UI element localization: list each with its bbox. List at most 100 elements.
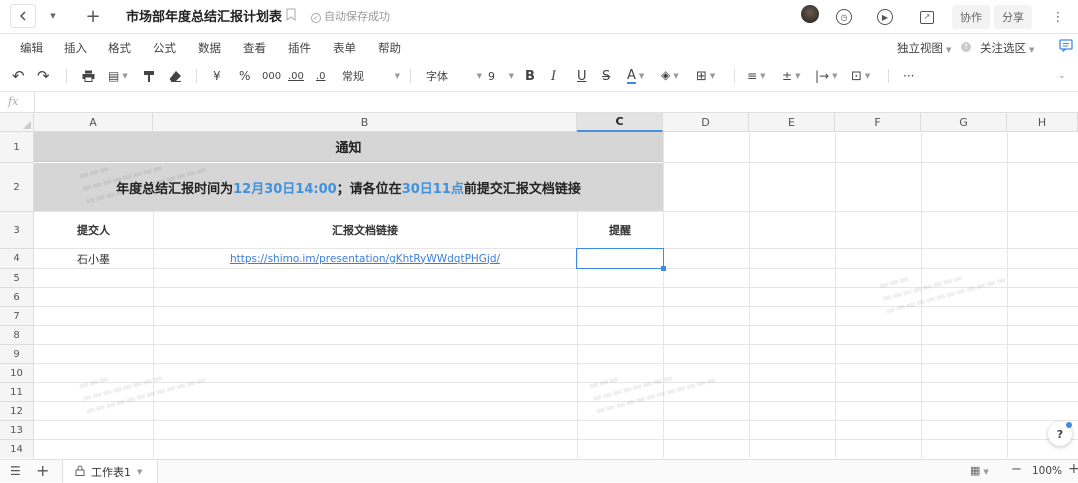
- currency-format-button[interactable]: ¥: [213, 67, 221, 85]
- undo-icon[interactable]: ↶: [12, 67, 25, 85]
- italic-button[interactable]: I: [551, 67, 556, 85]
- doc-link[interactable]: https://shimo.im/presentation/gKhtRyWWdq…: [230, 253, 500, 265]
- menu-format[interactable]: 格式: [108, 40, 131, 56]
- play-icon: ▶: [877, 9, 893, 25]
- redo-icon[interactable]: ↷: [37, 67, 50, 85]
- caret-down-icon: ▼: [122, 72, 128, 80]
- format-painter-icon[interactable]: [143, 67, 155, 85]
- export-button[interactable]: ↗: [917, 5, 937, 29]
- horizontal-align-dropdown[interactable]: ≡ ▼: [747, 67, 765, 85]
- cell-submitter[interactable]: 石小墨: [34, 249, 153, 268]
- history-button[interactable]: ◷: [834, 5, 854, 29]
- row-header-8[interactable]: 8: [0, 326, 34, 345]
- more-menu-icon[interactable]: ⋮: [1050, 5, 1066, 29]
- row-header-9[interactable]: 9: [0, 345, 34, 364]
- menu-edit[interactable]: 编辑: [20, 40, 43, 56]
- font-size-label: 9: [488, 69, 495, 83]
- menu-plugins[interactable]: 插件: [288, 40, 311, 56]
- font-color-dropdown[interactable]: A ▼: [627, 67, 644, 85]
- menu-help[interactable]: 帮助: [378, 40, 401, 56]
- zoom-level[interactable]: 100%: [1032, 465, 1062, 477]
- avatar[interactable]: [801, 5, 819, 23]
- row-header-3[interactable]: 3: [0, 212, 34, 249]
- comment-icon[interactable]: [1059, 39, 1073, 55]
- row-header-4[interactable]: 4: [0, 249, 34, 269]
- row-header-1[interactable]: 1: [0, 132, 34, 163]
- column-header-g[interactable]: G: [921, 113, 1007, 132]
- caret-down-icon: ▼: [946, 46, 952, 54]
- add-sheet-icon[interactable]: +: [36, 461, 49, 480]
- fill-color-dropdown[interactable]: ◈ ▼: [661, 67, 679, 85]
- back-button[interactable]: [10, 4, 36, 28]
- sheet-list-icon[interactable]: ☰: [10, 464, 21, 478]
- header-link[interactable]: 汇报文档链接: [153, 212, 577, 248]
- underline-button[interactable]: U: [577, 67, 587, 85]
- row-header-2[interactable]: 2: [0, 163, 34, 212]
- share-button[interactable]: 分享: [994, 5, 1032, 29]
- column-header-h[interactable]: H: [1007, 113, 1078, 132]
- column-header-b[interactable]: B: [153, 113, 577, 132]
- bold-button[interactable]: B: [525, 67, 535, 85]
- collapse-toolbar-icon[interactable]: ⌄: [1058, 67, 1066, 85]
- present-button[interactable]: ▶: [875, 5, 895, 29]
- row-header-14[interactable]: 14: [0, 440, 34, 458]
- decrease-decimal-button[interactable]: .0: [316, 67, 326, 85]
- row-header-5[interactable]: 5: [0, 269, 34, 288]
- collab-button[interactable]: 协作: [952, 5, 990, 29]
- follow-selection-dropdown[interactable]: 关注选区 ▼: [980, 40, 1034, 56]
- increase-decimal-button[interactable]: .00: [288, 67, 304, 85]
- column-header-d[interactable]: D: [663, 113, 749, 132]
- new-button[interactable]: +: [80, 4, 106, 28]
- row-header-13[interactable]: 13: [0, 421, 34, 440]
- more-tools-button[interactable]: ···: [903, 67, 914, 85]
- row-header-11[interactable]: 11: [0, 383, 34, 402]
- help-icon[interactable]: ?: [961, 42, 971, 52]
- view-options-dropdown[interactable]: ▦ ▼: [970, 464, 989, 477]
- menu-formula[interactable]: 公式: [153, 40, 176, 56]
- percent-format-button[interactable]: %: [239, 67, 250, 85]
- column-header-c[interactable]: C: [577, 113, 663, 132]
- menu-view[interactable]: 查看: [243, 40, 266, 56]
- bookmark-icon[interactable]: [286, 8, 296, 24]
- select-all-corner[interactable]: [0, 113, 34, 132]
- column-header-e[interactable]: E: [749, 113, 835, 132]
- font-family-dropdown[interactable]: 字体 ▼: [426, 67, 482, 85]
- notice-title-cell[interactable]: 通知: [34, 132, 663, 162]
- document-title[interactable]: 市场部年度总结汇报计划表: [126, 6, 282, 25]
- header-submitter[interactable]: 提交人: [34, 212, 153, 248]
- row-header-12[interactable]: 12: [0, 402, 34, 421]
- help-question-icon[interactable]: ?: [1048, 422, 1072, 446]
- history-dropdown[interactable]: ▼: [40, 4, 66, 28]
- merge-cells-dropdown[interactable]: ⊡ ▼: [851, 67, 870, 85]
- paste-format-dropdown[interactable]: ▤ ▼: [108, 67, 128, 85]
- notice-body-cell[interactable]: 年度总结汇报时间为 12月30日14:00 ；请各位在 30日11点 前提交汇报文档链接: [34, 163, 663, 211]
- font-size-dropdown[interactable]: 9 ▼: [488, 67, 514, 85]
- borders-dropdown[interactable]: ⊞ ▼: [696, 67, 715, 85]
- align-left-icon: ≡: [747, 69, 758, 83]
- row-header-10[interactable]: 10: [0, 364, 34, 383]
- print-icon[interactable]: [82, 67, 95, 85]
- header-reminder[interactable]: 提醒: [577, 212, 663, 248]
- menu-data[interactable]: 数据: [198, 40, 221, 56]
- eraser-icon[interactable]: [169, 67, 182, 85]
- zoom-out-button[interactable]: −: [1011, 462, 1022, 477]
- formula-bar: fx: [0, 92, 1078, 113]
- cell-link[interactable]: https://shimo.im/presentation/gKhtRyWWdq…: [153, 249, 577, 268]
- toolbar: ↶ ↷ ▤ ▼ ¥ % 000 .00 .0 常规 ▼ 字体 ▼ 9 ▼ B I U S…: [0, 60, 1078, 92]
- menu-insert[interactable]: 插入: [64, 40, 87, 56]
- vertical-align-dropdown[interactable]: ± ▼: [782, 67, 800, 85]
- text-wrap-dropdown[interactable]: |→ ▼: [815, 67, 838, 85]
- strikethrough-button[interactable]: S: [602, 67, 610, 85]
- column-header-a[interactable]: A: [34, 113, 153, 132]
- sheet-tab-label: 工作表1: [91, 465, 131, 479]
- zoom-in-button[interactable]: +: [1068, 461, 1078, 477]
- row-header-6[interactable]: 6: [0, 288, 34, 307]
- thousands-separator-button[interactable]: 000: [262, 67, 281, 85]
- view-mode-dropdown[interactable]: 独立视图 ▼: [897, 40, 951, 56]
- formula-input[interactable]: [44, 96, 1064, 110]
- number-format-dropdown[interactable]: 常规 ▼: [342, 67, 400, 85]
- menu-form[interactable]: 表单: [333, 40, 356, 56]
- column-header-f[interactable]: F: [835, 113, 921, 132]
- row-header-7[interactable]: 7: [0, 307, 34, 326]
- sheet-tab[interactable]: 工作表1 ▼: [62, 460, 158, 483]
